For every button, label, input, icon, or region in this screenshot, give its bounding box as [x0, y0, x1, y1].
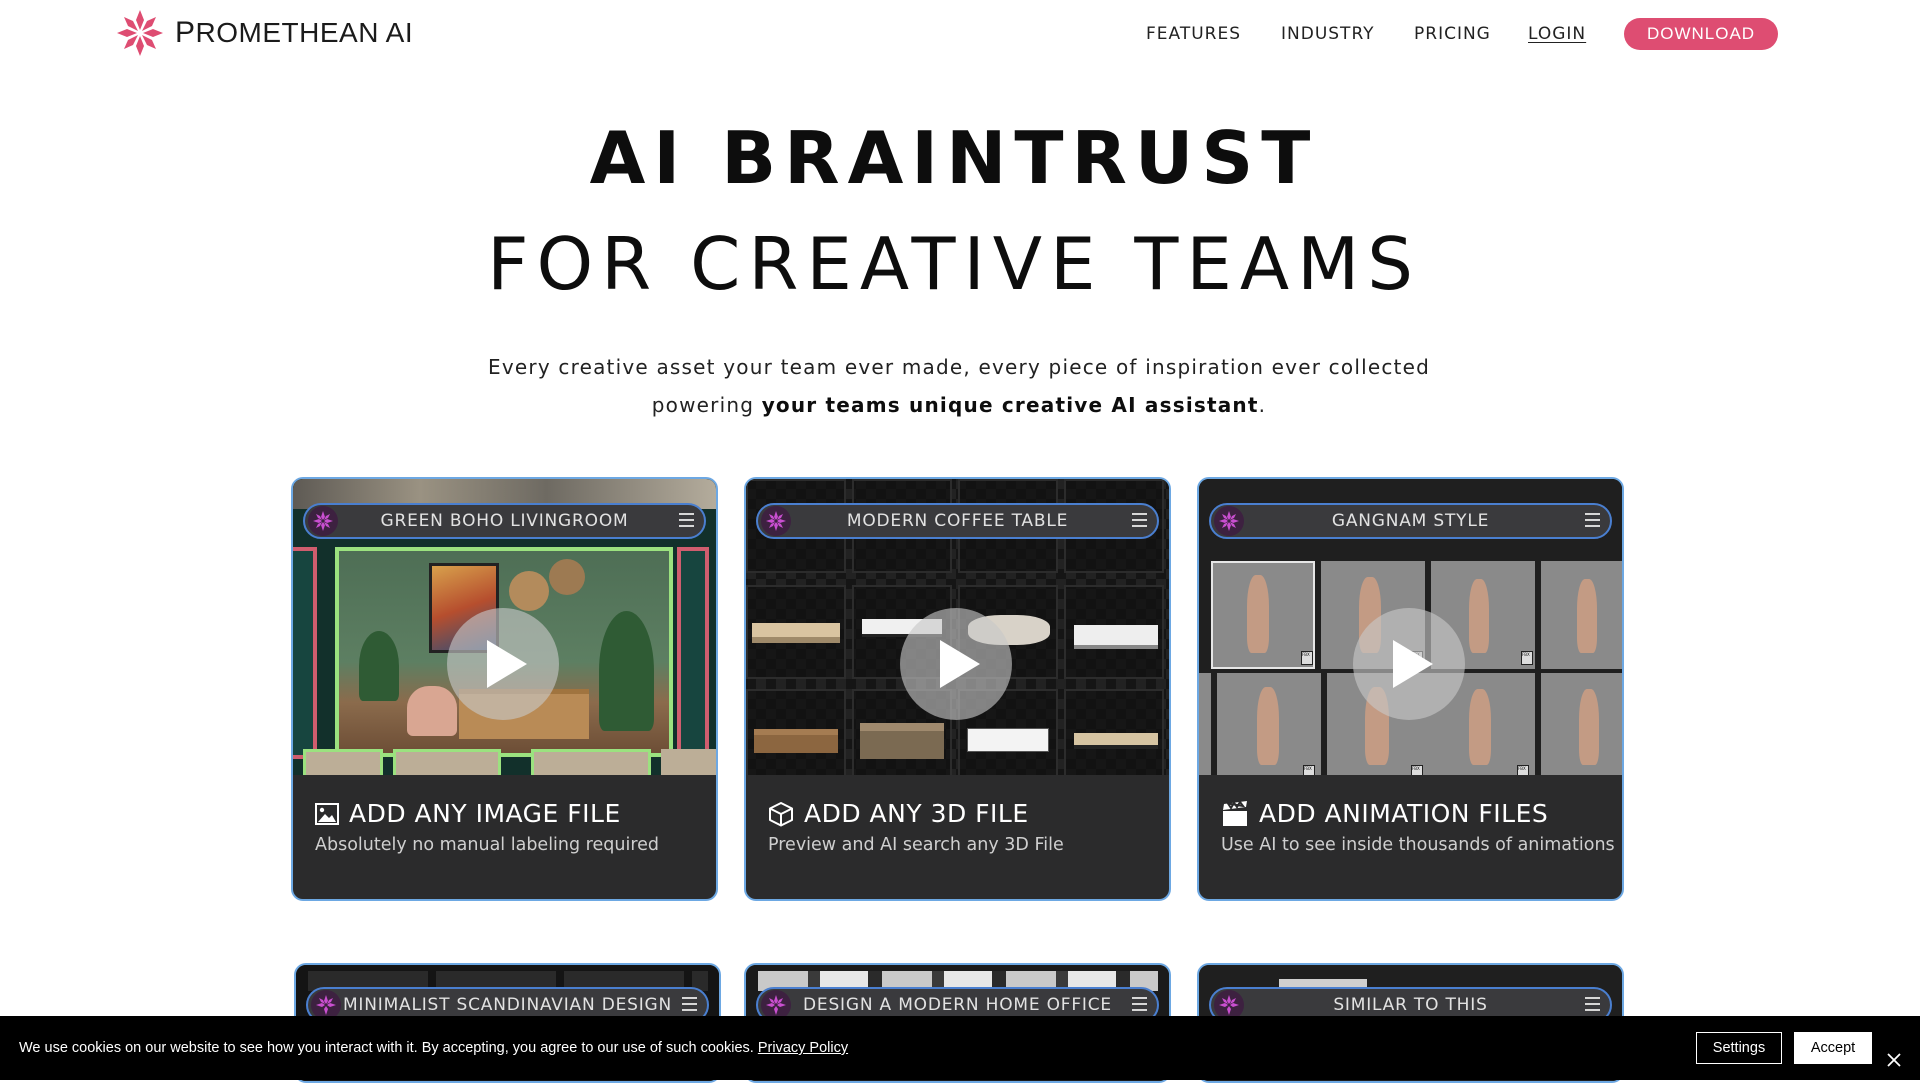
cookie-banner: We use cookies on our website to see how…	[0, 1016, 1920, 1080]
nav-industry[interactable]: INDUSTRY	[1281, 24, 1375, 44]
promethean-badge-icon	[308, 506, 338, 536]
play-video-button[interactable]	[900, 608, 1012, 720]
nav-login[interactable]: LOGIN	[1528, 24, 1586, 44]
cookie-message: We use cookies on our website to see how…	[19, 1040, 849, 1056]
animation-preview: FBX FBX FBX FBX FBX FBX GANGNAM STYLE	[1199, 479, 1622, 775]
play-video-button[interactable]	[1353, 608, 1465, 720]
collection-name: GANGNAM STYLE	[1331, 511, 1490, 531]
brand-name: PROMETHEAN AI	[175, 16, 414, 49]
cookie-accept-button[interactable]: Accept	[1794, 1032, 1872, 1064]
promethean-badge-icon	[761, 506, 791, 536]
hamburger-menu-icon[interactable]	[679, 513, 694, 527]
hero-subtitle-line2-suffix: .	[1258, 393, 1267, 417]
play-icon	[940, 640, 980, 688]
hero-subtitle-line2-prefix: powering	[651, 393, 762, 417]
hero-subtitle-bold: your teams unique creative AI assistant	[761, 393, 1259, 417]
play-icon	[487, 640, 527, 688]
hero-subtitle-line1: Every creative asset your team ever made…	[488, 355, 1430, 379]
fbx-file-icon: FBX	[1521, 651, 1533, 665]
fbx-file-icon: FBX	[1303, 765, 1315, 775]
hamburger-menu-icon[interactable]	[1585, 997, 1600, 1011]
site-header: PROMETHEAN AI FEATURES INDUSTRY PRICING …	[0, 0, 1920, 70]
fbx-file-icon: FBX	[1517, 765, 1529, 775]
hero-title-line2: FOR CREATIVE TEAMS	[487, 222, 1421, 306]
armchair	[407, 686, 457, 736]
card-description: Use AI to see inside thousands of animat…	[1221, 835, 1615, 855]
cookie-settings-button[interactable]: Settings	[1696, 1032, 1782, 1064]
card-title: ADD ANIMATION FILES	[1221, 799, 1548, 828]
collection-name: SIMILAR TO THIS	[1333, 995, 1488, 1015]
hero-subtitle: Every creative asset your team ever made…	[0, 348, 1918, 424]
collection-search-bar[interactable]: GANGNAM STYLE	[1209, 503, 1612, 539]
cube-icon	[769, 801, 793, 826]
download-button[interactable]: DOWNLOAD	[1624, 18, 1778, 50]
collection-search-bar[interactable]: MODERN COFFEE TABLE	[756, 503, 1159, 539]
collection-name: MODERN COFFEE TABLE	[846, 511, 1069, 531]
close-icon[interactable]	[1886, 1052, 1902, 1068]
play-icon	[1393, 640, 1433, 688]
nav-features[interactable]: FEATURES	[1146, 24, 1241, 44]
feature-card-animation[interactable]: FBX FBX FBX FBX FBX FBX GANGNAM STYLE AD…	[1197, 477, 1624, 901]
collection-name: DESIGN A MODERN HOME OFFICE	[803, 995, 1112, 1015]
hamburger-menu-icon[interactable]	[1132, 513, 1147, 527]
image-icon	[315, 802, 339, 825]
card-description: Preview and AI search any 3D File	[768, 835, 1064, 855]
card-title: ADD ANY IMAGE FILE	[315, 799, 621, 828]
collection-search-bar[interactable]: GREEN BOHO LIVINGROOM	[303, 503, 706, 539]
collection-name: MINIMALIST SCANDINAVIAN DESIGN	[342, 995, 673, 1015]
collection-name: GREEN BOHO LIVINGROOM	[380, 511, 629, 531]
clapperboard-icon	[1223, 800, 1247, 826]
hamburger-menu-icon[interactable]	[1132, 997, 1147, 1011]
fbx-file-icon: FBX	[1411, 765, 1423, 775]
feature-card-image[interactable]: GREEN BOHO LIVINGROOM ADD ANY IMAGE FILE…	[291, 477, 718, 901]
card-description: Absolutely no manual labeling required	[315, 835, 660, 855]
3d-model-preview: MODERN COFFEE TABLE	[746, 479, 1169, 775]
privacy-policy-link[interactable]: Privacy Policy	[758, 1040, 848, 1056]
nav-pricing[interactable]: PRICING	[1414, 24, 1491, 44]
promethean-badge-icon	[1214, 506, 1244, 536]
promethean-logo-icon	[117, 10, 163, 56]
hero-title-line1: AI BRAINTRUST	[589, 116, 1319, 200]
image-collection-preview: GREEN BOHO LIVINGROOM	[293, 479, 716, 775]
hamburger-menu-icon[interactable]	[1585, 513, 1600, 527]
hamburger-menu-icon[interactable]	[682, 997, 697, 1011]
play-video-button[interactable]	[447, 608, 559, 720]
fbx-file-icon: FBX	[1301, 651, 1313, 665]
logo[interactable]: PROMETHEAN AI	[115, 8, 413, 58]
feature-card-3d[interactable]: MODERN COFFEE TABLE ADD ANY 3D FILE Prev…	[744, 477, 1171, 901]
card-title: ADD ANY 3D FILE	[768, 799, 1029, 828]
